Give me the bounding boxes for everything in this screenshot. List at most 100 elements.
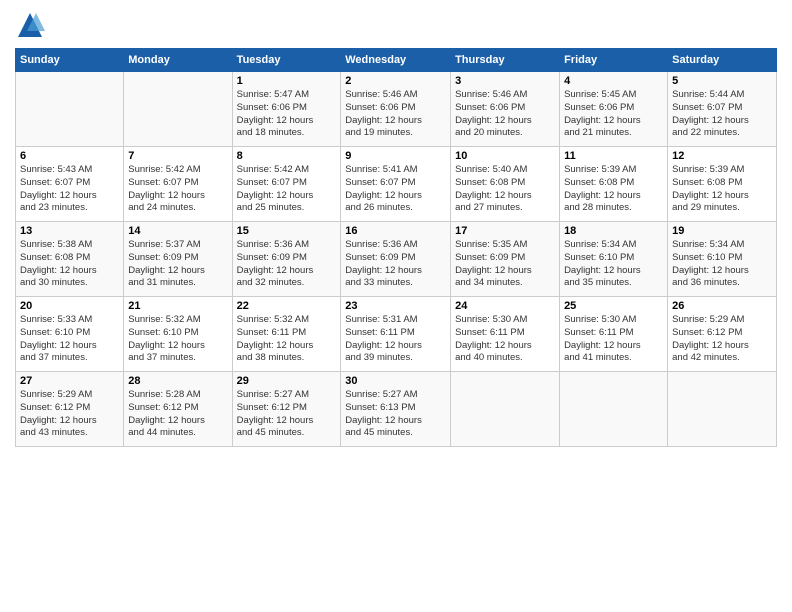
day-info: Sunrise: 5:33 AMSunset: 6:10 PMDaylight:… — [20, 314, 119, 365]
day-number: 29 — [237, 375, 337, 387]
day-number: 25 — [564, 300, 663, 312]
week-row-4: 20 Sunrise: 5:33 AMSunset: 6:10 PMDayligh… — [16, 297, 777, 372]
day-info: Sunrise: 5:34 AMSunset: 6:10 PMDaylight:… — [672, 239, 772, 290]
day-info: Sunrise: 5:36 AMSunset: 6:09 PMDaylight:… — [345, 239, 446, 290]
day-info: Sunrise: 5:42 AMSunset: 6:07 PMDaylight:… — [237, 164, 337, 215]
day-number: 22 — [237, 300, 337, 312]
day-info: Sunrise: 5:30 AMSunset: 6:11 PMDaylight:… — [564, 314, 663, 365]
week-row-2: 6Sunrise: 5:43 AMSunset: 6:07 PMDaylight… — [16, 147, 777, 222]
day-number: 7 — [128, 150, 227, 162]
day-cell: 11 Sunrise: 5:39 AMSunset: 6:08 PMDayligh… — [560, 147, 668, 222]
day-number: 17 — [455, 225, 555, 237]
day-number: 6 — [20, 150, 119, 162]
day-cell: 19 Sunrise: 5:34 AMSunset: 6:10 PMDayligh… — [668, 222, 777, 297]
day-cell: 18Sunrise: 5:34 AMSunset: 6:10 PMDayligh… — [560, 222, 668, 297]
day-cell: 25 Sunrise: 5:30 AMSunset: 6:11 PMDayligh… — [560, 297, 668, 372]
day-number: 11 — [564, 150, 663, 162]
header-cell-wednesday: Wednesday — [341, 49, 451, 72]
logo — [15, 10, 49, 40]
day-cell: 9Sunrise: 5:41 AMSunset: 6:07 PMDaylight… — [341, 147, 451, 222]
header-cell-saturday: Saturday — [668, 49, 777, 72]
day-cell: 28 Sunrise: 5:28 AMSunset: 6:12 PMDayligh… — [124, 372, 232, 447]
day-cell: 29 Sunrise: 5:27 AMSunset: 6:12 PMDayligh… — [232, 372, 341, 447]
day-number: 27 — [20, 375, 119, 387]
day-cell: 8Sunrise: 5:42 AMSunset: 6:07 PMDaylight… — [232, 147, 341, 222]
day-cell: 23 Sunrise: 5:31 AMSunset: 6:11 PMDayligh… — [341, 297, 451, 372]
day-cell: 20 Sunrise: 5:33 AMSunset: 6:10 PMDayligh… — [16, 297, 124, 372]
day-number: 30 — [345, 375, 446, 387]
day-cell: 12 Sunrise: 5:39 AMSunset: 6:08 PMDayligh… — [668, 147, 777, 222]
day-info: Sunrise: 5:39 AMSunset: 6:08 PMDaylight:… — [564, 164, 663, 215]
day-number: 28 — [128, 375, 227, 387]
day-number: 12 — [672, 150, 772, 162]
day-number: 1 — [237, 75, 337, 87]
day-cell: 6Sunrise: 5:43 AMSunset: 6:07 PMDaylight… — [16, 147, 124, 222]
calendar-body: 1 Sunrise: 5:47 AMSunset: 6:06 PMDaylight… — [16, 72, 777, 447]
day-info: Sunrise: 5:41 AMSunset: 6:07 PMDaylight:… — [345, 164, 446, 215]
day-info: Sunrise: 5:29 AMSunset: 6:12 PMDaylight:… — [672, 314, 772, 365]
day-info: Sunrise: 5:45 AMSunset: 6:06 PMDaylight:… — [564, 89, 663, 140]
day-info: Sunrise: 5:37 AMSunset: 6:09 PMDaylight:… — [128, 239, 227, 290]
day-cell — [16, 72, 124, 147]
calendar-table: SundayMondayTuesdayWednesdayThursdayFrid… — [15, 48, 777, 447]
day-cell: 26 Sunrise: 5:29 AMSunset: 6:12 PMDayligh… — [668, 297, 777, 372]
day-number: 26 — [672, 300, 772, 312]
day-cell: 7 Sunrise: 5:42 AMSunset: 6:07 PMDaylight… — [124, 147, 232, 222]
day-cell: 24 Sunrise: 5:30 AMSunset: 6:11 PMDayligh… — [451, 297, 560, 372]
day-cell: 27Sunrise: 5:29 AMSunset: 6:12 PMDayligh… — [16, 372, 124, 447]
day-number: 5 — [672, 75, 772, 87]
day-number: 4 — [564, 75, 663, 87]
day-info: Sunrise: 5:34 AMSunset: 6:10 PMDaylight:… — [564, 239, 663, 290]
day-cell — [560, 372, 668, 447]
day-info: Sunrise: 5:32 AMSunset: 6:11 PMDaylight:… — [237, 314, 337, 365]
day-cell — [668, 372, 777, 447]
day-info: Sunrise: 5:46 AMSunset: 6:06 PMDaylight:… — [455, 89, 555, 140]
day-cell: 5 Sunrise: 5:44 AMSunset: 6:07 PMDaylight… — [668, 72, 777, 147]
day-info: Sunrise: 5:27 AMSunset: 6:12 PMDaylight:… — [237, 389, 337, 440]
day-number: 19 — [672, 225, 772, 237]
day-info: Sunrise: 5:35 AMSunset: 6:09 PMDaylight:… — [455, 239, 555, 290]
day-number: 24 — [455, 300, 555, 312]
day-info: Sunrise: 5:44 AMSunset: 6:07 PMDaylight:… — [672, 89, 772, 140]
day-cell: 17 Sunrise: 5:35 AMSunset: 6:09 PMDayligh… — [451, 222, 560, 297]
day-cell: 3 Sunrise: 5:46 AMSunset: 6:06 PMDaylight… — [451, 72, 560, 147]
day-cell: 1 Sunrise: 5:47 AMSunset: 6:06 PMDaylight… — [232, 72, 341, 147]
day-info: Sunrise: 5:32 AMSunset: 6:10 PMDaylight:… — [128, 314, 227, 365]
day-number: 14 — [128, 225, 227, 237]
day-cell: 16 Sunrise: 5:36 AMSunset: 6:09 PMDayligh… — [341, 222, 451, 297]
day-info: Sunrise: 5:39 AMSunset: 6:08 PMDaylight:… — [672, 164, 772, 215]
day-number: 10 — [455, 150, 555, 162]
day-cell: 22 Sunrise: 5:32 AMSunset: 6:11 PMDayligh… — [232, 297, 341, 372]
day-info: Sunrise: 5:30 AMSunset: 6:11 PMDaylight:… — [455, 314, 555, 365]
day-number: 15 — [237, 225, 337, 237]
header-cell-tuesday: Tuesday — [232, 49, 341, 72]
header-cell-thursday: Thursday — [451, 49, 560, 72]
header-cell-monday: Monday — [124, 49, 232, 72]
week-row-1: 1 Sunrise: 5:47 AMSunset: 6:06 PMDaylight… — [16, 72, 777, 147]
day-cell — [451, 372, 560, 447]
week-row-3: 13 Sunrise: 5:38 AMSunset: 6:08 PMDayligh… — [16, 222, 777, 297]
day-number: 3 — [455, 75, 555, 87]
day-info: Sunrise: 5:40 AMSunset: 6:08 PMDaylight:… — [455, 164, 555, 215]
page: SundayMondayTuesdayWednesdayThursdayFrid… — [0, 0, 792, 612]
day-cell: 14 Sunrise: 5:37 AMSunset: 6:09 PMDayligh… — [124, 222, 232, 297]
day-info: Sunrise: 5:46 AMSunset: 6:06 PMDaylight:… — [345, 89, 446, 140]
day-info: Sunrise: 5:27 AMSunset: 6:13 PMDaylight:… — [345, 389, 446, 440]
day-number: 20 — [20, 300, 119, 312]
day-info: Sunrise: 5:36 AMSunset: 6:09 PMDaylight:… — [237, 239, 337, 290]
day-number: 23 — [345, 300, 446, 312]
day-cell — [124, 72, 232, 147]
week-row-5: 27Sunrise: 5:29 AMSunset: 6:12 PMDayligh… — [16, 372, 777, 447]
day-cell: 4 Sunrise: 5:45 AMSunset: 6:06 PMDaylight… — [560, 72, 668, 147]
day-number: 21 — [128, 300, 227, 312]
calendar-header: SundayMondayTuesdayWednesdayThursdayFrid… — [16, 49, 777, 72]
day-info: Sunrise: 5:47 AMSunset: 6:06 PMDaylight:… — [237, 89, 337, 140]
day-cell: 10 Sunrise: 5:40 AMSunset: 6:08 PMDayligh… — [451, 147, 560, 222]
day-info: Sunrise: 5:28 AMSunset: 6:12 PMDaylight:… — [128, 389, 227, 440]
header-cell-sunday: Sunday — [16, 49, 124, 72]
day-info: Sunrise: 5:38 AMSunset: 6:08 PMDaylight:… — [20, 239, 119, 290]
day-info: Sunrise: 5:31 AMSunset: 6:11 PMDaylight:… — [345, 314, 446, 365]
day-info: Sunrise: 5:42 AMSunset: 6:07 PMDaylight:… — [128, 164, 227, 215]
day-number: 13 — [20, 225, 119, 237]
day-number: 16 — [345, 225, 446, 237]
